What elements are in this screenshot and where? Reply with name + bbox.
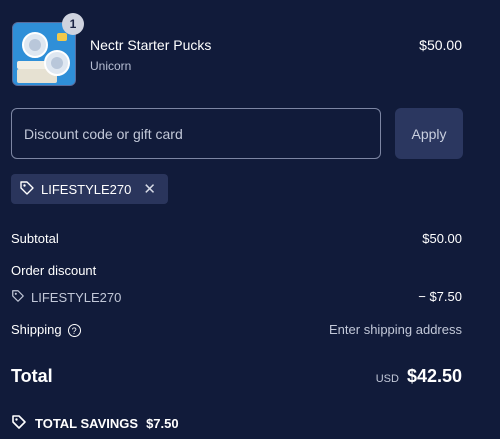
order-discount-label: Order discount — [11, 263, 97, 278]
close-icon[interactable]: ✕ — [143, 182, 156, 197]
shipping-label-row: Shipping? — [11, 322, 81, 338]
product-price: $50.00 — [419, 37, 462, 53]
subtotal-value: $50.00 — [422, 231, 462, 246]
total-amount: $42.50 — [406, 366, 462, 386]
tag-icon — [19, 180, 35, 199]
applied-discount-code: LIFESTYLE270 — [41, 181, 132, 197]
total-label: Total — [11, 366, 53, 386]
order-discount-value: − $7.50 — [418, 289, 462, 304]
product-variant: Unicorn — [90, 59, 132, 73]
apply-button[interactable]: Apply — [395, 108, 463, 159]
tag-icon — [11, 414, 27, 433]
order-discount-code: LIFESTYLE270 — [31, 290, 122, 305]
subtotal-label: Subtotal — [11, 231, 59, 246]
discount-code-input[interactable] — [11, 108, 381, 159]
help-circle-icon[interactable]: ? — [67, 324, 81, 338]
total-savings: TOTAL SAVINGS $7.50 — [11, 414, 179, 433]
total-row: USD $42.50 — [376, 366, 462, 387]
tag-icon — [11, 289, 25, 306]
total-savings-value: $7.50 — [146, 416, 179, 431]
product-name: Nectr Starter Pucks — [90, 37, 212, 53]
shipping-label: Shipping — [11, 322, 62, 337]
order-discount-code-row: LIFESTYLE270 — [11, 289, 121, 306]
quantity-badge: 1 — [62, 13, 84, 35]
shipping-value: Enter shipping address — [329, 322, 462, 337]
total-savings-label: TOTAL SAVINGS — [35, 416, 139, 431]
currency-code: USD — [375, 373, 399, 385]
applied-discount-chip: LIFESTYLE270 ✕ — [11, 174, 168, 204]
